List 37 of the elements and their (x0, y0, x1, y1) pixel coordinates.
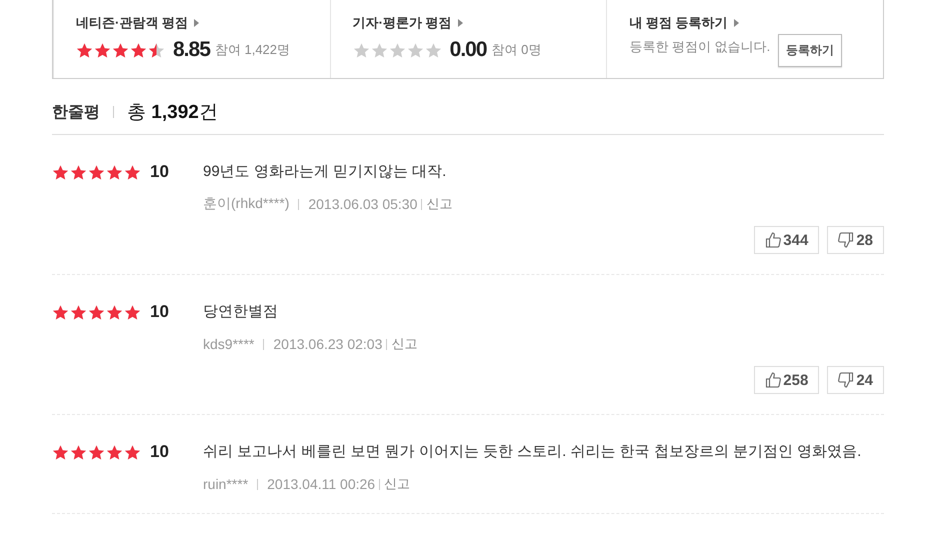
review-score: 10 (150, 302, 169, 322)
review-author: kds9**** (203, 336, 254, 352)
review-author: ruin**** (203, 476, 248, 492)
review-total: 총 1,392건 (127, 101, 218, 125)
thumbs-up-icon (765, 372, 782, 388)
participant-count: 참여 1,422명 (214, 41, 290, 59)
thumbs-down-icon (838, 372, 854, 388)
rating-title[interactable]: 네티즌·관람객 평점 (76, 14, 188, 32)
section-title: 한줄평 (52, 102, 100, 122)
review-date: 2013.06.03 05:30 (308, 196, 418, 212)
review-text: 쉬리 보고나서 베를린 보면 뭔가 이어지는 듯한 스토리. 쉬리는 한국 첩보장르의 분기점인 영화였음. (203, 442, 862, 462)
review-text: 99년도 영화라는게 믿기지않는 대작. (203, 162, 448, 182)
rating-score: 0.00 (450, 38, 487, 62)
review-date: 2013.06.23 02:03 (273, 336, 382, 352)
thumbs-down-icon (838, 232, 854, 248)
rating-title[interactable]: 기자·평론가 평점 (352, 14, 452, 32)
dislike-button[interactable]: 28 (827, 226, 884, 254)
register-button[interactable]: 등록하기 (778, 34, 842, 67)
thumbs-up-icon (765, 232, 782, 248)
report-link[interactable]: 신고 (384, 475, 410, 493)
dislike-button[interactable]: 24 (827, 366, 884, 394)
like-button[interactable]: 344 (754, 226, 820, 254)
participant-count: 참여 0명 (492, 41, 542, 59)
caret-icon (734, 19, 739, 27)
review-author: 훈이(rhkd****) (203, 195, 290, 213)
empty-rating-message: 등록한 평점이 없습니다. (629, 38, 770, 56)
report-link[interactable]: 신고 (391, 335, 418, 353)
rating-score: 8.85 (173, 38, 210, 62)
report-link[interactable]: 신고 (426, 195, 452, 213)
like-button[interactable]: 258 (754, 366, 820, 394)
caret-icon (458, 19, 463, 27)
review-score: 10 (150, 162, 169, 182)
review-score: 10 (150, 442, 169, 462)
caret-icon (194, 19, 199, 27)
review-text: 당연한별점 (203, 302, 279, 322)
review-date: 2013.04.11 00:26 (267, 476, 376, 492)
rating-title[interactable]: 내 평점 등록하기 (629, 14, 728, 32)
